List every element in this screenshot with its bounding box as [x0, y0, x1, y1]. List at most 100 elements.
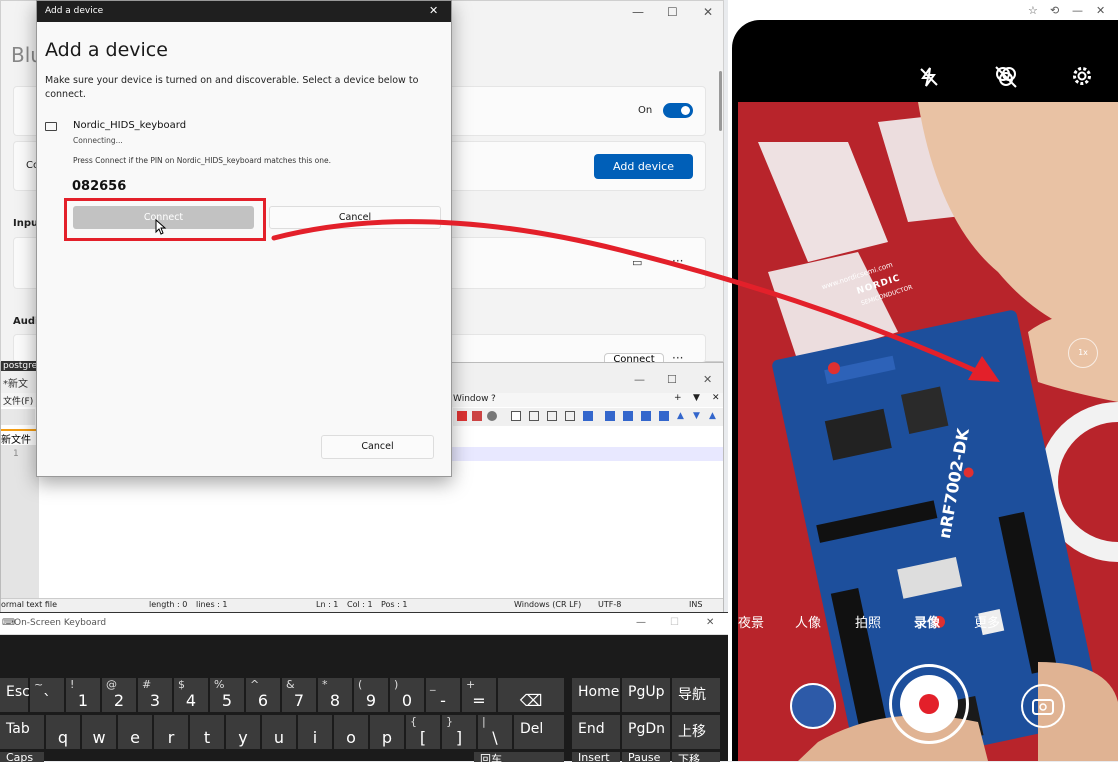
device-name[interactable]: Nordic_HIDS_keyboard — [73, 120, 186, 131]
switch-camera-icon[interactable] — [1020, 683, 1066, 729]
osk-nav-key-pgdn[interactable]: PgDn — [622, 715, 670, 749]
line-number: 1 — [13, 449, 19, 459]
osk-key[interactable]: u — [262, 715, 296, 749]
osk-key[interactable]: w — [82, 715, 116, 749]
osk-key[interactable]: p — [370, 715, 404, 749]
osk-key[interactable]: ! 1 — [66, 678, 100, 712]
osk-nav-key-home[interactable]: Home — [572, 678, 620, 712]
toolbar-icon[interactable]: ▲ — [709, 411, 716, 421]
filter-icon[interactable] — [993, 64, 1019, 90]
osk-key[interactable]: #3 — [138, 678, 172, 712]
osk-maximize-icon[interactable]: ☐ — [670, 617, 679, 628]
toolbar-icon[interactable] — [472, 411, 482, 421]
osk-key[interactable]: | \ — [478, 715, 512, 749]
editor-title: *新文 — [3, 379, 28, 390]
osk-nav-key-cn_nav[interactable]: 导航 — [672, 678, 720, 712]
more-options-icon[interactable]: ··· — [672, 254, 683, 268]
menu-window[interactable]: Window — [453, 394, 489, 404]
osk-key[interactable]: ⌫ — [498, 678, 564, 712]
osk-key-label: Home — [578, 684, 620, 700]
gallery-thumbnail[interactable] — [790, 683, 836, 729]
menu-file[interactable]: 文件(F) — [3, 394, 33, 407]
document-tab[interactable]: 新文件 — [1, 429, 39, 446]
play-multi-icon[interactable] — [565, 411, 575, 421]
mode-portrait[interactable]: 人像 — [795, 612, 821, 631]
mode-photo[interactable]: 拍照 — [855, 612, 881, 631]
bottom-cancel-button[interactable]: Cancel — [321, 435, 434, 459]
stop-macro-icon[interactable] — [529, 411, 539, 421]
editor-minimize-icon[interactable]: — — [634, 373, 645, 386]
camera-settings-icon[interactable] — [1070, 64, 1094, 88]
osk-key[interactable]: Tab — [0, 715, 44, 749]
osk-key-label: ⌫ — [519, 691, 543, 710]
osk-nav-key-cn_up[interactable]: 上移 — [672, 715, 720, 749]
minimize-icon[interactable]: — — [632, 5, 644, 19]
osk-key[interactable]: e — [118, 715, 152, 749]
osk-key[interactable]: (9 — [354, 678, 388, 712]
osk-nav-key-end[interactable]: End — [572, 715, 620, 749]
osk-key[interactable]: + = — [462, 678, 496, 712]
record-macro-icon[interactable] — [511, 411, 521, 421]
mode-video-active[interactable]: 录像 — [914, 612, 940, 631]
toolbar-icon[interactable] — [623, 411, 633, 421]
rotate-icon[interactable]: ⟲ — [1050, 4, 1059, 17]
osk-key[interactable]: t — [190, 715, 224, 749]
cancel-button[interactable]: Cancel — [269, 206, 441, 229]
camera-viewfinder[interactable]: NORDIC SEMICONDUCTOR www.nordicsemi.com … — [738, 102, 1118, 761]
toolbar-icon[interactable] — [457, 411, 467, 421]
play-macro-icon[interactable] — [547, 411, 557, 421]
osk-key[interactable]: r — [154, 715, 188, 749]
up-arrow-icon[interactable]: ▲ — [677, 411, 684, 421]
osk-key[interactable]: Del — [514, 715, 564, 749]
osk-key[interactable]: % 5 — [210, 678, 244, 712]
osk-nav-key-pgup[interactable]: PgUp — [622, 678, 670, 712]
osk-key-shift-label: @ — [106, 678, 117, 691]
osk-key[interactable]: Esc — [0, 678, 30, 712]
close-icon[interactable]: ✕ — [703, 5, 713, 19]
dropdown-icon[interactable]: ▼ — [693, 393, 700, 403]
mode-night[interactable]: 夜景 — [738, 612, 764, 631]
osk-key[interactable]: ^ 6 — [246, 678, 280, 712]
add-device-button[interactable]: Add device — [594, 154, 693, 179]
osk-key[interactable]: i — [298, 715, 332, 749]
editor-maximize-icon[interactable]: ☐ — [667, 373, 677, 386]
osk-key[interactable]: y — [226, 715, 260, 749]
osk-key[interactable]: * 8 — [318, 678, 352, 712]
down-arrow-icon[interactable]: ▼ — [693, 411, 700, 421]
status-eol: Windows (CR LF) — [514, 600, 582, 609]
osk-key[interactable]: $4 — [174, 678, 208, 712]
osk-key[interactable]: ~ ` — [30, 678, 64, 712]
status-pos: Pos : 1 — [381, 600, 408, 609]
toolbar-icon[interactable] — [605, 411, 615, 421]
toolbar-icon[interactable] — [659, 411, 669, 421]
osk-minimize-icon[interactable]: — — [636, 617, 646, 628]
osk-key[interactable]: }] — [442, 715, 476, 749]
zoom-button[interactable]: 1x — [1068, 338, 1098, 368]
mode-more[interactable]: 更多 — [974, 612, 1000, 631]
add-tab-icon[interactable]: + — [674, 393, 682, 403]
osk-close-icon[interactable]: ✕ — [706, 617, 714, 628]
menu-help[interactable]: ? — [491, 394, 496, 404]
osk-key[interactable]: @2 — [102, 678, 136, 712]
record-button[interactable] — [889, 664, 969, 744]
osk-key[interactable]: q — [46, 715, 80, 749]
phone-close-icon[interactable]: ✕ — [1096, 4, 1105, 17]
osk-key[interactable]: o — [334, 715, 368, 749]
toolbar-icon[interactable] — [641, 411, 651, 421]
flash-off-icon[interactable] — [918, 66, 940, 88]
dialog-close-icon[interactable]: ✕ — [429, 4, 438, 17]
bluetooth-toggle[interactable] — [663, 103, 693, 118]
maximize-icon[interactable]: ☐ — [667, 5, 678, 19]
osk-key[interactable]: {[ — [406, 715, 440, 749]
save-macro-icon[interactable] — [583, 411, 593, 421]
settings-scrollbar[interactable] — [719, 71, 722, 131]
pin-icon[interactable]: ☆ — [1028, 4, 1038, 17]
osk-key-label: 1 — [77, 691, 89, 710]
close-doc-icon[interactable]: ✕ — [712, 393, 720, 403]
osk-key[interactable]: & 7 — [282, 678, 316, 712]
phone-minimize-icon[interactable]: — — [1072, 4, 1083, 17]
toolbar-icon[interactable] — [487, 411, 497, 421]
editor-close-icon[interactable]: ✕ — [703, 373, 712, 386]
osk-key[interactable]: _ - — [426, 678, 460, 712]
osk-key[interactable]: ) 0 — [390, 678, 424, 712]
